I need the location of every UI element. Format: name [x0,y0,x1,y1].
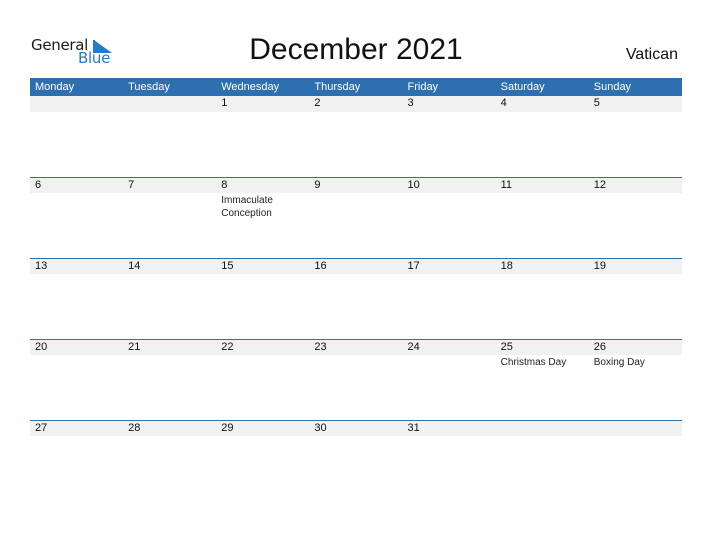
week-cells: 13 14 15 16 17 18 19 [30,259,682,275]
day-cell: 20 [30,340,123,369]
day-cell: 19 [589,259,682,275]
day-cell: 23 [309,340,402,369]
week-cells: 1 2 3 4 5 [30,96,682,112]
week-row: 1 2 3 4 5 [30,96,682,177]
day-cell: 21 [123,340,216,369]
weekday-saturday: Saturday [500,81,545,93]
day-cell: 22 [216,340,309,369]
day-cell: 5 [589,96,682,112]
day-cell: 7 [123,178,216,220]
day-number: 13 [35,260,48,272]
day-number: 20 [35,341,48,353]
day-cell: 30 [309,421,402,437]
day-number: 16 [314,260,327,272]
day-cell: 29 [216,421,309,437]
day-cell: 3 [403,96,496,112]
calendar-grid: Monday Tuesday Wednesday Thursday Friday… [30,78,682,501]
day-number: 1 [221,97,228,109]
day-cell: 8 Immaculate Conception [216,178,309,220]
day-number [35,96,123,112]
day-number: 14 [128,260,141,272]
day-number: 4 [500,97,507,109]
day-cell: 1 [216,96,309,112]
day-cell: 31 [403,421,496,437]
day-cell [589,421,682,437]
day-number: 6 [35,179,42,191]
day-number: 15 [221,260,234,272]
weeks-container: 1 2 3 4 5 6 7 8 Immaculate Conception 9 10 11 12 13 14… [30,96,682,501]
day-number: 7 [128,179,135,191]
week-row: 13 14 15 16 17 18 19 [30,258,682,339]
day-cell: 13 [30,259,123,275]
day-number: 27 [35,422,48,434]
day-number: 21 [128,341,141,353]
day-number: 9 [314,179,321,191]
day-cell: 4 [496,96,589,112]
day-cell [123,96,216,112]
day-cell: 2 [309,96,402,112]
weekday-wednesday: Wednesday [221,81,280,93]
week-row: 27 28 29 30 31 [30,420,682,501]
week-row: 20 21 22 23 24 25 Christmas Day 26 Boxing Day [30,339,682,420]
day-cell: 24 [403,340,496,369]
day-number: 3 [407,97,414,109]
day-cell: 12 [589,178,682,220]
day-cell: 11 [496,178,589,220]
day-cell: 9 [309,178,402,220]
weekday-friday: Friday [407,81,439,93]
day-cell: 6 [30,178,123,220]
day-number: 31 [407,422,420,434]
day-number: 18 [500,260,513,272]
week-cells: 20 21 22 23 24 25 Christmas Day 26 Boxing Day [30,340,682,369]
day-number: 26 [593,341,606,353]
day-number [501,421,589,437]
day-cell: 25 Christmas Day [496,340,589,369]
day-number [128,96,216,112]
holiday-event: Christmas Day [500,357,567,368]
day-cell [30,96,123,112]
calendar-title: December 2021 [249,33,463,66]
day-cell: 27 [30,421,123,437]
day-number: 17 [407,260,420,272]
day-number: 2 [314,97,321,109]
day-cell: 17 [403,259,496,275]
day-number: 25 [500,341,513,353]
day-number: 11 [500,179,513,191]
day-cell: 10 [403,178,496,220]
day-number: 19 [593,260,606,272]
day-number [594,421,682,437]
day-cell: 16 [309,259,402,275]
day-number: 8 [221,179,228,191]
week-cells: 27 28 29 30 31 [30,421,682,437]
weekday-header: Monday Tuesday Wednesday Thursday Friday… [30,78,682,96]
weekday-sunday: Sunday [593,81,632,93]
day-number: 29 [221,422,234,434]
day-number: 24 [407,341,420,353]
weekday-thursday: Thursday [314,81,361,93]
day-number: 12 [593,179,606,191]
day-cell: 18 [496,259,589,275]
weekday-monday: Monday [35,81,75,93]
day-cell: 15 [216,259,309,275]
day-number: 28 [128,422,141,434]
day-number: 10 [407,179,420,191]
day-cell: 26 Boxing Day [589,340,682,369]
week-row: 6 7 8 Immaculate Conception 9 10 11 12 [30,177,682,258]
day-cell [496,421,589,437]
day-cell: 14 [123,259,216,275]
holiday-event: Boxing Day [593,357,645,368]
day-number: 5 [593,97,600,109]
week-cells: 6 7 8 Immaculate Conception 9 10 11 12 [30,178,682,220]
holiday-event: Immaculate Conception [221,195,273,219]
country-label: Vatican [625,46,678,63]
day-cell: 28 [123,421,216,437]
day-number: 23 [314,341,327,353]
day-number: 22 [221,341,234,353]
weekday-tuesday: Tuesday [128,81,170,93]
day-number: 30 [314,422,327,434]
